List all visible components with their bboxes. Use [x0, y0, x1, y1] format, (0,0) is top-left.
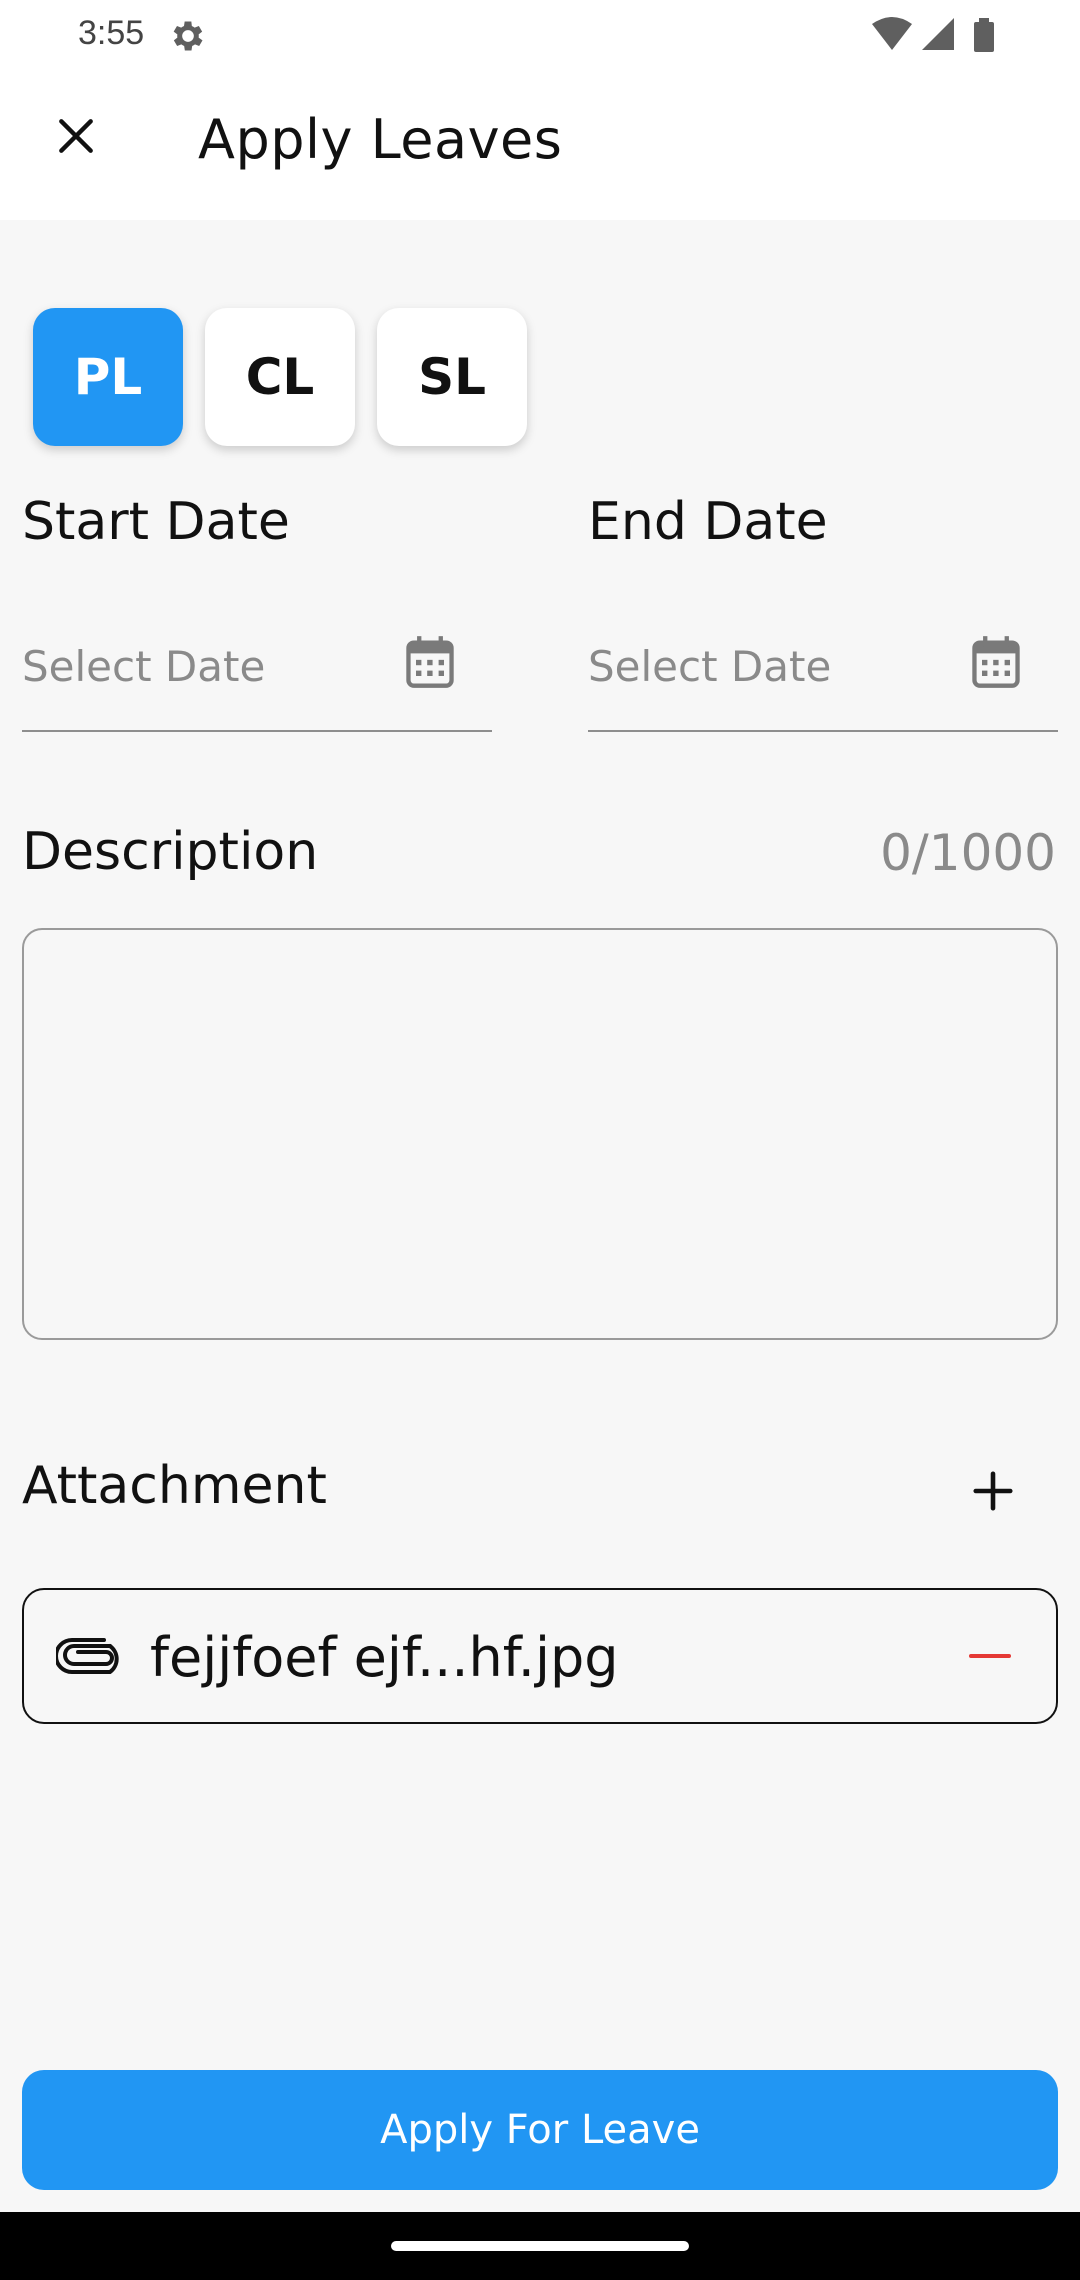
wifi-icon	[872, 17, 912, 50]
calendar-icon[interactable]	[404, 634, 456, 690]
attachment-label: Attachment	[22, 1456, 327, 1516]
leave-type-pl-chip[interactable]: PL	[33, 308, 183, 446]
start-date-field[interactable]: Select Date	[22, 620, 492, 732]
leave-type-cl-chip[interactable]: CL	[205, 308, 355, 446]
remove-attachment-button[interactable]	[962, 1630, 1018, 1682]
end-date-field[interactable]: Select Date	[588, 620, 1058, 732]
attachment-file-name: fejjfoef ejf...hf.jpg	[150, 1626, 619, 1689]
plus-icon	[973, 1471, 1013, 1511]
apply-for-leave-button[interactable]: Apply For Leave	[22, 2070, 1058, 2190]
description-label: Description	[22, 822, 319, 882]
end-date-label: End Date	[588, 492, 828, 552]
end-date-placeholder: Select Date	[588, 642, 832, 691]
status-icons	[872, 17, 994, 52]
status-time: 3:55	[78, 14, 145, 52]
home-gesture-handle[interactable]	[391, 2241, 689, 2251]
description-char-counter: 0/1000	[880, 824, 1056, 882]
close-button[interactable]	[46, 106, 106, 166]
start-date-placeholder: Select Date	[22, 642, 266, 691]
description-textarea[interactable]	[22, 928, 1058, 1340]
page-title: Apply Leaves	[198, 108, 563, 171]
leave-type-sl-chip[interactable]: SL	[377, 308, 527, 446]
minus-icon	[969, 1654, 1011, 1658]
signal-icon	[922, 18, 954, 50]
close-icon	[59, 119, 93, 153]
start-date-label: Start Date	[22, 492, 290, 552]
settings-gear-icon	[173, 21, 203, 51]
calendar-icon[interactable]	[970, 634, 1022, 690]
battery-icon	[974, 18, 994, 52]
paperclip-icon	[56, 1638, 119, 1674]
add-attachment-button[interactable]	[962, 1460, 1024, 1522]
